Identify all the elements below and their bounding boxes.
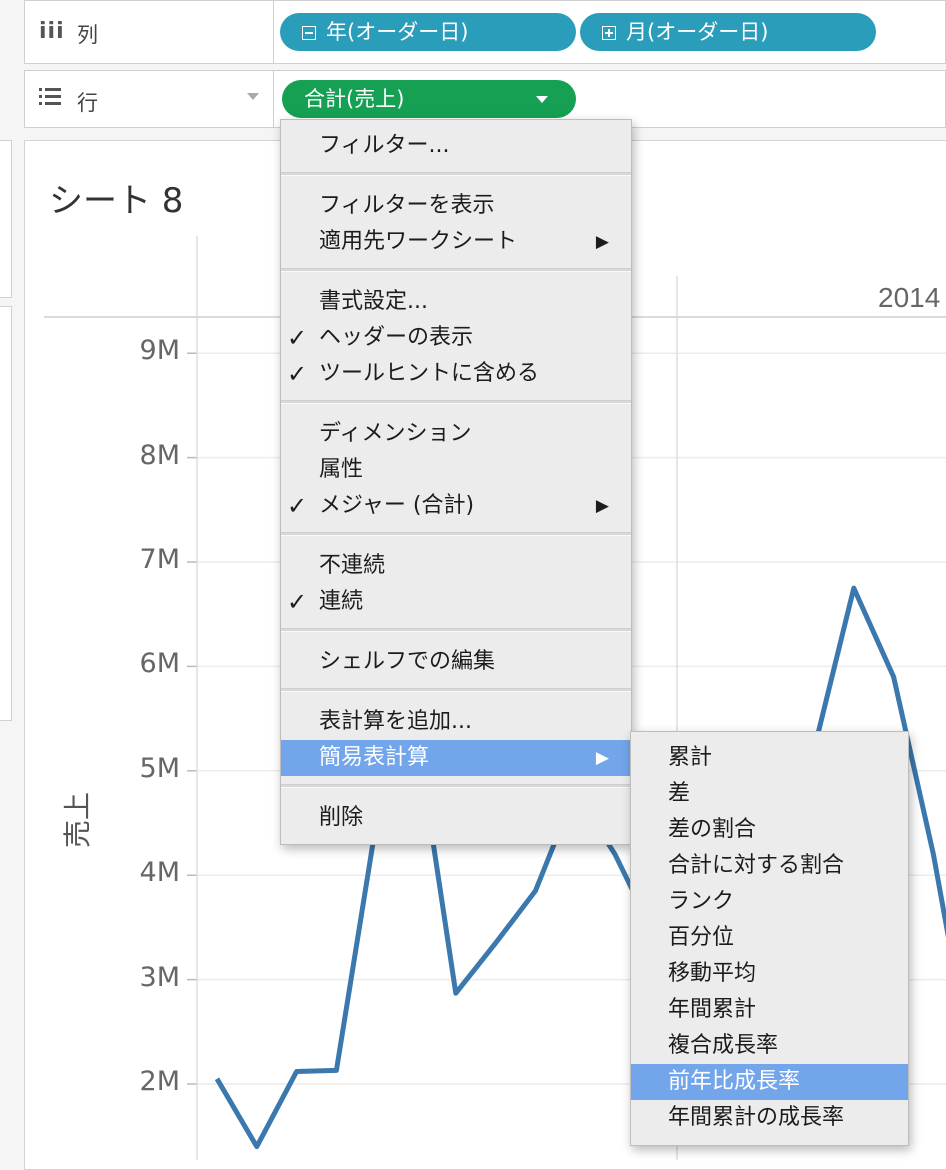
menu-item-label: 書式設定... <box>319 289 428 314</box>
checkmark-icon: ✓ <box>287 588 308 616</box>
submenu-item-label: 差の割合 <box>668 817 757 842</box>
menu-item-dimension[interactable]: ディメンション <box>281 416 631 452</box>
menu-item-label: 属性 <box>319 457 364 482</box>
y-tick-label: 6M <box>139 648 180 680</box>
submenu-item-percent-of-total[interactable]: 合計に対する割合 <box>631 848 908 884</box>
menu-item-label: メジャー (合計) <box>319 493 475 518</box>
menu-separator <box>281 268 631 272</box>
y-tick-label: 3M <box>139 961 180 993</box>
submenu-item-label: 累計 <box>668 745 713 770</box>
submenu-item-label: 合計に対する割合 <box>668 853 845 878</box>
menu-item-label: シェルフでの編集 <box>319 649 496 674</box>
menu-item-label: ディメンション <box>319 421 472 446</box>
menu-item-label: 不連続 <box>319 553 386 578</box>
menu-item-quick-table-calc[interactable]: 簡易表計算 ▶ <box>281 740 631 776</box>
menu-item-show-header[interactable]: ✓ ヘッダーの表示 <box>281 320 631 356</box>
menu-separator <box>281 532 631 536</box>
menu-item-edit-in-shelf[interactable]: シェルフでの編集 <box>281 644 631 680</box>
menu-item-remove[interactable]: 削除 <box>281 800 631 836</box>
submenu-item-label: ランク <box>668 889 735 914</box>
checkmark-icon: ✓ <box>287 492 308 520</box>
menu-item-apply-to-worksheets[interactable]: 適用先ワークシート ▶ <box>281 224 631 260</box>
submenu-arrow-icon: ▶ <box>595 232 609 252</box>
y-tick-label: 8M <box>139 439 180 471</box>
y-tick-label: 4M <box>139 857 180 889</box>
submenu-item-label: 差 <box>668 781 691 806</box>
submenu-item-compound-growth-rate[interactable]: 複合成長率 <box>631 1028 908 1064</box>
menu-item-discrete[interactable]: 不連続 <box>281 548 631 584</box>
menu-item-filter[interactable]: フィルター... <box>281 128 631 164</box>
menu-separator <box>281 628 631 632</box>
menu-item-label: ヘッダーの表示 <box>319 325 474 350</box>
menu-item-label: フィルターを表示 <box>319 193 495 218</box>
menu-separator <box>281 688 631 692</box>
menu-item-label: 表計算を追加... <box>319 709 472 734</box>
submenu-item-label: 年間累計の成長率 <box>668 1105 845 1130</box>
menu-item-include-in-tooltip[interactable]: ✓ ツールヒントに含める <box>281 356 631 392</box>
menu-separator <box>281 172 631 176</box>
submenu-item-label: 複合成長率 <box>668 1033 779 1058</box>
menu-item-attribute[interactable]: 属性 <box>281 452 631 488</box>
menu-item-measure-sum[interactable]: ✓ メジャー (合計) ▶ <box>281 488 631 524</box>
menu-separator <box>281 784 631 788</box>
y-tick-label: 5M <box>139 752 180 784</box>
submenu-item-difference[interactable]: 差 <box>631 776 908 812</box>
menu-item-label: 適用先ワークシート <box>319 229 518 254</box>
submenu-item-ytd-growth[interactable]: 年間累計の成長率 <box>631 1100 908 1136</box>
year-header-2014: 2014 <box>878 282 940 313</box>
submenu-arrow-icon: ▶ <box>595 496 609 516</box>
submenu-item-year-over-year-growth[interactable]: 前年比成長率 <box>631 1064 908 1100</box>
submenu-item-percentile[interactable]: 百分位 <box>631 920 908 956</box>
submenu-item-label: 百分位 <box>668 925 735 950</box>
menu-item-label: 連続 <box>319 589 364 614</box>
submenu-item-rank[interactable]: ランク <box>631 884 908 920</box>
y-tick-label: 9M <box>139 335 180 367</box>
menu-item-label: 簡易表計算 <box>319 745 430 770</box>
menu-item-label: ツールヒントに含める <box>319 361 540 386</box>
y-axis-label: 売上 <box>61 791 95 849</box>
menu-item-label: 削除 <box>319 805 364 830</box>
y-tick-label: 7M <box>139 544 180 575</box>
menu-item-continuous[interactable]: ✓ 連続 <box>281 584 631 620</box>
submenu-item-percent-difference[interactable]: 差の割合 <box>631 812 908 848</box>
pill-context-menu: フィルター... フィルターを表示 適用先ワークシート ▶ 書式設定... ✓ ヘッダーの表… <box>280 119 632 845</box>
submenu-item-running-total[interactable]: 累計 <box>631 740 908 776</box>
submenu-item-ytd-total[interactable]: 年間累計 <box>631 992 908 1028</box>
submenu-item-moving-average[interactable]: 移動平均 <box>631 956 908 992</box>
checkmark-icon: ✓ <box>287 324 308 352</box>
submenu-item-label: 年間累計 <box>668 997 757 1022</box>
menu-item-format[interactable]: 書式設定... <box>281 284 631 320</box>
menu-item-add-table-calc[interactable]: 表計算を追加... <box>281 704 631 740</box>
menu-item-show-filter[interactable]: フィルターを表示 <box>281 188 631 224</box>
menu-item-label: フィルター... <box>319 133 450 158</box>
submenu-item-label: 前年比成長率 <box>668 1069 801 1094</box>
y-tick-label: 2M <box>139 1066 180 1097</box>
submenu-arrow-icon: ▶ <box>595 748 609 768</box>
checkmark-icon: ✓ <box>287 360 308 388</box>
quick-table-calc-submenu: 累計差差の割合合計に対する割合 ランク百分位移動平均年間累計複合成長率前年比成長率… <box>630 731 909 1146</box>
menu-separator <box>281 400 631 404</box>
submenu-item-label: 移動平均 <box>668 961 757 986</box>
